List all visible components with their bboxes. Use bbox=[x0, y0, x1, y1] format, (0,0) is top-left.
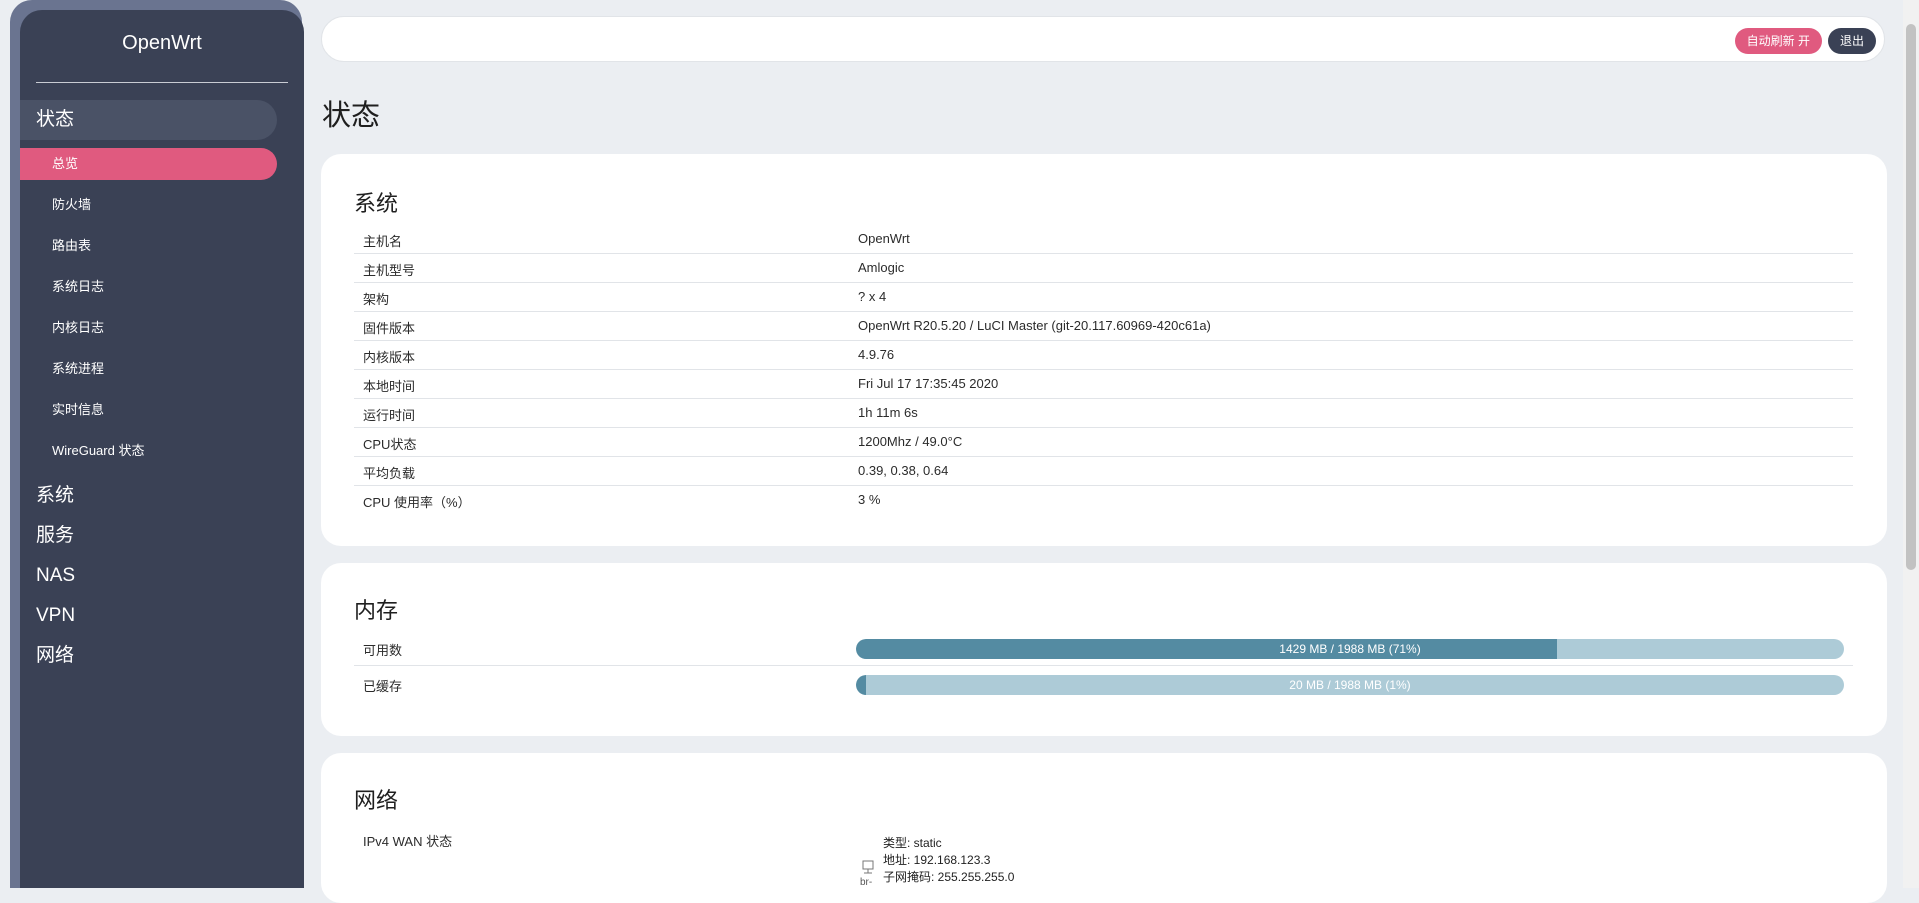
ipv4-wan-label: IPv4 WAN 状态 bbox=[363, 834, 453, 849]
header-bar: 自动刷新 开 退出 bbox=[321, 16, 1885, 62]
row-label: 本地时间 bbox=[363, 379, 416, 394]
memory-row-free: 可用数 1429 MB / 1988 MB (71%) bbox=[354, 630, 1853, 666]
table-row: 主机型号 Amlogic bbox=[354, 254, 1853, 283]
nav-category-nas[interactable]: NAS bbox=[20, 556, 272, 596]
row-label: 架构 bbox=[363, 292, 390, 307]
nav-item-realtime[interactable]: 实时信息 bbox=[20, 394, 277, 426]
page-title: 状态 bbox=[322, 100, 381, 132]
memory-cached-text: 20 MB / 1988 MB (1%) bbox=[1289, 678, 1411, 692]
wan-details: 类型: static 地址: 192.168.123.3 子网掩码: 255.2… bbox=[883, 835, 1014, 886]
wan-netmask: 子网掩码: 255.255.255.0 bbox=[883, 870, 1015, 884]
table-row: CPU 使用率（%） 3 % bbox=[354, 486, 1853, 515]
nav-category-network[interactable]: 网络 bbox=[20, 636, 272, 676]
system-card: 系统 主机名 OpenWrt 主机型号 Amlogic 架构 ? x 4 固件版… bbox=[321, 154, 1887, 546]
row-label: 已缓存 bbox=[363, 679, 403, 694]
row-label: CPU状态 bbox=[363, 437, 417, 452]
network-title: 网络 bbox=[354, 788, 399, 813]
system-title: 系统 bbox=[354, 191, 399, 216]
row-value: 1200Mhz / 49.0°C bbox=[858, 434, 963, 449]
row-label: 主机名 bbox=[363, 234, 403, 249]
nav-item-wireguard[interactable]: WireGuard 状态 bbox=[20, 435, 277, 467]
nav-category-system[interactable]: 系统 bbox=[20, 476, 272, 516]
logout-button[interactable]: 退出 bbox=[1827, 28, 1876, 54]
network-card: 网络 IPv4 WAN 状态 br- 类型: static 地址: 192.16… bbox=[321, 753, 1887, 903]
page-scrollbar[interactable] bbox=[1903, 0, 1919, 888]
nav-item-firewall[interactable]: 防火墙 bbox=[20, 189, 277, 221]
row-label: 主机型号 bbox=[363, 263, 416, 278]
table-row: 内核版本 4.9.76 bbox=[354, 341, 1853, 370]
nav-item-processes[interactable]: 系统进程 bbox=[20, 353, 277, 385]
row-value: Amlogic bbox=[858, 260, 905, 275]
table-row: 固件版本 OpenWrt R20.5.20 / LuCI Master (git… bbox=[354, 312, 1853, 341]
row-value: 0.39, 0.38, 0.64 bbox=[858, 463, 949, 478]
ethernet-icon bbox=[862, 860, 874, 874]
network-interface-icon: br- bbox=[860, 859, 876, 889]
row-label: CPU 使用率（%） bbox=[363, 495, 471, 510]
row-value: 1h 11m 6s bbox=[858, 405, 918, 420]
memory-row-cached: 已缓存 20 MB / 1988 MB (1%) bbox=[354, 666, 1853, 702]
sidebar: OpenWrt 状态 总览 防火墙 路由表 系统日志 内核日志 系统进程 实时信… bbox=[20, 10, 304, 888]
brand-divider bbox=[36, 82, 288, 83]
row-label: 平均负载 bbox=[363, 466, 416, 481]
memory-free-bar: 1429 MB / 1988 MB (71%) bbox=[856, 639, 1844, 659]
row-label: 运行时间 bbox=[363, 408, 416, 423]
interface-name: br- bbox=[860, 877, 873, 888]
nav-item-syslog[interactable]: 系统日志 bbox=[20, 271, 277, 303]
table-row: 运行时间 1h 11m 6s bbox=[354, 399, 1853, 428]
scrollbar-thumb[interactable] bbox=[1906, 24, 1916, 570]
row-value: Fri Jul 17 17:35:45 2020 bbox=[858, 376, 999, 391]
row-value: OpenWrt R20.5.20 / LuCI Master (git-20.1… bbox=[858, 318, 1211, 333]
table-row: CPU状态 1200Mhz / 49.0°C bbox=[354, 428, 1853, 457]
row-value: 4.9.76 bbox=[858, 347, 895, 362]
row-label: 可用数 bbox=[363, 643, 403, 658]
nav-item-kernel-log[interactable]: 内核日志 bbox=[20, 312, 277, 344]
brand-logo[interactable]: OpenWrt bbox=[20, 32, 304, 55]
nav-category-services[interactable]: 服务 bbox=[20, 516, 272, 556]
row-label: 内核版本 bbox=[363, 350, 416, 365]
wan-type: 类型: static bbox=[883, 836, 942, 850]
auto-refresh-toggle[interactable]: 自动刷新 开 bbox=[1734, 28, 1822, 54]
nav-category-status[interactable]: 状态 bbox=[20, 100, 277, 140]
wan-address: 地址: 192.168.123.3 bbox=[883, 853, 991, 867]
memory-free-text: 1429 MB / 1988 MB (71%) bbox=[1279, 642, 1421, 656]
table-row: 平均负载 0.39, 0.38, 0.64 bbox=[354, 457, 1853, 486]
memory-title: 内存 bbox=[354, 598, 399, 623]
row-value: 3 % bbox=[858, 492, 881, 507]
memory-cached-bar: 20 MB / 1988 MB (1%) bbox=[856, 675, 1844, 695]
table-row: 架构 ? x 4 bbox=[354, 283, 1853, 312]
row-value: ? x 4 bbox=[858, 289, 887, 304]
table-row: 本地时间 Fri Jul 17 17:35:45 2020 bbox=[354, 370, 1853, 399]
row-label: 固件版本 bbox=[363, 321, 416, 336]
nav-item-overview[interactable]: 总览 bbox=[20, 148, 277, 180]
nav-category-vpn[interactable]: VPN bbox=[20, 596, 272, 636]
table-row: 主机名 OpenWrt bbox=[354, 225, 1853, 254]
row-value: OpenWrt bbox=[858, 231, 910, 246]
nav-item-routes[interactable]: 路由表 bbox=[20, 230, 277, 262]
memory-card: 内存 可用数 1429 MB / 1988 MB (71%) 已缓存 20 MB… bbox=[321, 563, 1887, 736]
